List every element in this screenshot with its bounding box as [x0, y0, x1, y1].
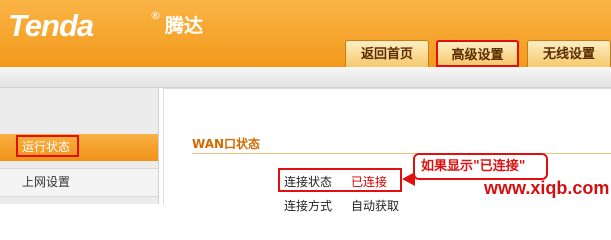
sub-toolbar: [0, 67, 611, 88]
tab-home[interactable]: 返回首页: [345, 40, 429, 67]
connection-type-value: 自动获取: [351, 199, 400, 213]
highlight-box-status: [278, 168, 402, 192]
highlight-box-sidebar: [16, 135, 79, 157]
section-divider: [192, 153, 611, 154]
sidebar-item-label: 上网设置: [22, 175, 71, 189]
header-bar: Tenda ® 腾达 返回首页 高级设置 无线设置: [0, 0, 611, 67]
tenda-logo: Tenda: [8, 8, 94, 43]
callout-note: 如果显示"已连接": [413, 153, 548, 180]
connection-type-label: 连接方式: [284, 199, 333, 213]
registered-mark: ®: [150, 9, 161, 22]
sidebar-item-internet-settings[interactable]: 上网设置: [0, 168, 158, 197]
brand-chinese-name: 腾达: [165, 15, 204, 37]
tab-advanced-settings[interactable]: 高级设置: [436, 40, 519, 67]
watermark: www.xiqb.com: [484, 178, 610, 198]
section-title: WAN口状态: [192, 137, 261, 151]
tab-wireless-settings[interactable]: 无线设置: [527, 40, 611, 67]
